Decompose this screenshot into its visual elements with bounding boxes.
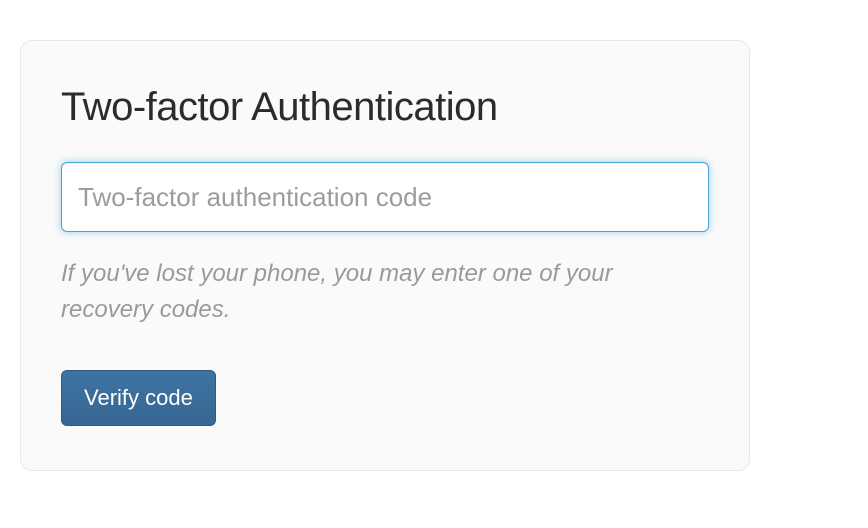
panel-title: Two-factor Authentication — [61, 85, 709, 130]
recovery-codes-help-text: If you've lost your phone, you may enter… — [61, 256, 709, 328]
actions-row: Verify code — [61, 370, 709, 426]
verify-code-button[interactable]: Verify code — [61, 370, 216, 426]
two-factor-panel: Two-factor Authentication If you've lost… — [20, 40, 750, 471]
two-factor-code-input[interactable] — [61, 162, 709, 232]
